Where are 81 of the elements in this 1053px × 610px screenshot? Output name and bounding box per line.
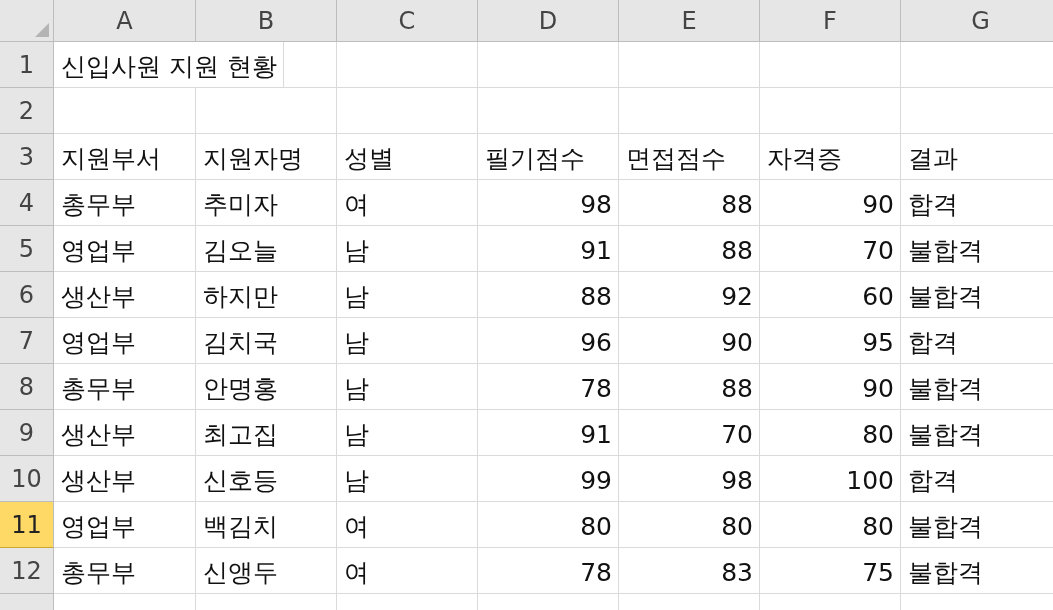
table-cell: 추미자 (196, 180, 337, 226)
row-header[interactable]: 11 (0, 502, 54, 548)
table-cell: 총무부 (54, 548, 196, 594)
table-cell: 김치국 (196, 318, 337, 364)
row-header[interactable]: 8 (0, 364, 54, 410)
table-cell: 백김치 (196, 502, 337, 548)
table-cell: 생산부 (54, 456, 196, 502)
table-cell: 100 (760, 456, 901, 502)
table-cell: 90 (760, 180, 901, 226)
row-header[interactable]: 4 (0, 180, 54, 226)
table-cell: 90 (760, 364, 901, 410)
table-cell: 88 (478, 272, 619, 318)
table-cell: 신앵두 (196, 548, 337, 594)
table-cell: 98 (478, 180, 619, 226)
table-cell: 필기점수 (478, 134, 619, 180)
table-cell: 안명홍 (196, 364, 337, 410)
column-header[interactable]: C (337, 0, 478, 42)
table-cell: 60 (760, 272, 901, 318)
column-header[interactable]: A (54, 0, 196, 42)
table-cell: 92 (619, 272, 760, 318)
row-header[interactable]: 6 (0, 272, 54, 318)
table-cell: 91 (478, 410, 619, 456)
table-cell: 지원자명 (196, 134, 337, 180)
row-header[interactable]: 12 (0, 548, 54, 594)
row-header[interactable]: 3 (0, 134, 54, 180)
table-cell: 최고집 (196, 410, 337, 456)
table-cell: 80 (478, 502, 619, 548)
row-header[interactable]: 10 (0, 456, 54, 502)
column-header[interactable]: B (196, 0, 337, 42)
table-cell: 99 (478, 456, 619, 502)
table-cell: 80 (619, 502, 760, 548)
table-cell: 신호등 (196, 456, 337, 502)
table-cell: 남 (337, 410, 478, 456)
table-cell: 여 (337, 548, 478, 594)
table-cell: 88 (619, 180, 760, 226)
table-cell: 영업부 (54, 318, 196, 364)
table-cell: 남 (337, 226, 478, 272)
table-cell: 70 (760, 226, 901, 272)
row-header[interactable]: 9 (0, 410, 54, 456)
table-cell: 지원부서 (54, 134, 196, 180)
table-cell: 남 (337, 272, 478, 318)
row-header[interactable]: 2 (0, 88, 54, 134)
table-cell: 78 (478, 548, 619, 594)
table-cell: 남 (337, 364, 478, 410)
table-cell: 영업부 (54, 502, 196, 548)
table-cell: 96 (478, 318, 619, 364)
table-cell: 70 (619, 410, 760, 456)
table-cell: 78 (478, 364, 619, 410)
column-header[interactable]: D (478, 0, 619, 42)
row-header[interactable]: 1 (0, 42, 54, 88)
table-cell: 자격증 (760, 134, 901, 180)
column-header[interactable]: F (760, 0, 901, 42)
table-cell: 95 (760, 318, 901, 364)
table-cell: 총무부 (54, 180, 196, 226)
select-all-icon[interactable] (35, 23, 49, 37)
table-cell: 98 (619, 456, 760, 502)
table-cell: 남 (337, 456, 478, 502)
table-cell: 면접점수 (619, 134, 760, 180)
table-cell: 성별 (337, 134, 478, 180)
table-cell: 여 (337, 180, 478, 226)
table-cell: 91 (478, 226, 619, 272)
table-cell: 88 (619, 226, 760, 272)
table-cell: 생산부 (54, 410, 196, 456)
table-cell: 83 (619, 548, 760, 594)
table-cell: 80 (760, 410, 901, 456)
table-cell: 여 (337, 502, 478, 548)
table-cell: 88 (619, 364, 760, 410)
column-header[interactable]: E (619, 0, 760, 42)
table-cell: 90 (619, 318, 760, 364)
table-cell: 하지만 (196, 272, 337, 318)
row-header[interactable]: 7 (0, 318, 54, 364)
row-header[interactable]: 5 (0, 226, 54, 272)
table-cell: 총무부 (54, 364, 196, 410)
table-cell: 영업부 (54, 226, 196, 272)
table-cell: 생산부 (54, 272, 196, 318)
table-cell: 80 (760, 502, 901, 548)
table-cell: 남 (337, 318, 478, 364)
table-cell: 75 (760, 548, 901, 594)
table-cell: 신입사원 지원 현황 (54, 42, 284, 88)
column-header[interactable]: G (901, 0, 1053, 42)
table-cell: 김오늘 (196, 226, 337, 272)
